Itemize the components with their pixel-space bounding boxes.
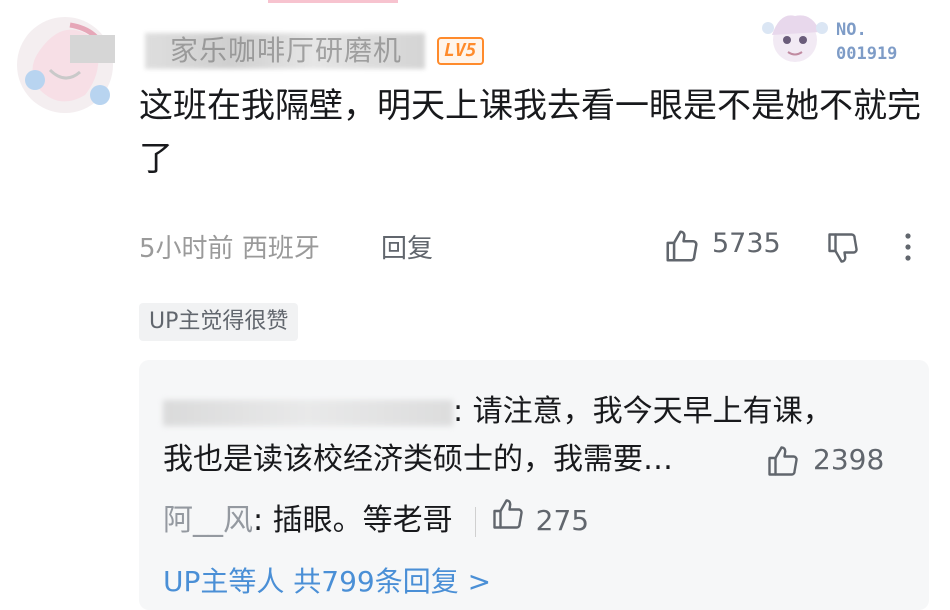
- reply-1-line-1: : 请注意，我今天早上有课，: [163, 388, 903, 436]
- reply-item-2[interactable]: 阿__风: 插眼。等老哥 275: [163, 496, 589, 547]
- reply-2-username[interactable]: 阿__风: [163, 503, 253, 538]
- mascot-icon: [762, 15, 828, 62]
- up-liked-badge: UP主觉得很赞: [139, 303, 299, 341]
- fan-badge: NO. 001919: [760, 10, 930, 70]
- top-accent-bar: [268, 0, 398, 3]
- avatar[interactable]: [10, 10, 120, 120]
- like-count: 5735: [712, 228, 781, 259]
- reply-2-like-count: 275: [535, 504, 590, 537]
- reply-button[interactable]: 回复: [381, 228, 433, 265]
- fan-badge-label: NO.: [836, 20, 867, 40]
- view-more-replies-link[interactable]: UP主等人 共799条回复 >: [163, 560, 491, 600]
- divider: [474, 506, 476, 537]
- thumbs-up-icon[interactable]: [765, 443, 801, 494]
- replies-panel: : 请注意，我今天早上有课， 我也是读该校经济类硕士的，我需要… 2398 阿_…: [139, 360, 929, 610]
- reply-1-text: : 请注意，我今天早上有课，: [453, 394, 833, 429]
- comment-content: 这班在我隔壁，明天上课我去看一眼是不是她不就完了: [139, 86, 921, 179]
- comment-location: 西班牙: [241, 234, 320, 264]
- reply-1-like-count: 2398: [813, 443, 885, 476]
- thumbs-up-icon[interactable]: [663, 227, 701, 269]
- reply-item-1[interactable]: : 请注意，我今天早上有课， 我也是读该校经济类硕士的，我需要… 2398: [163, 388, 903, 477]
- username[interactable]: 家乐咖啡厅研磨机: [170, 34, 402, 68]
- fan-badge-number: 001919: [836, 44, 898, 64]
- reply-1-line-2: 我也是读该校经济类硕士的，我需要…: [163, 442, 673, 477]
- reply-1-username-blurred[interactable]: [163, 399, 453, 426]
- comment-meta: 5小时前 西班牙 回复 5735: [139, 224, 929, 268]
- comment-time-location: 5小时前 西班牙: [139, 228, 320, 265]
- level-badge: LV5: [437, 37, 484, 65]
- more-options-icon[interactable]: [903, 232, 913, 266]
- avatar-image: [17, 17, 115, 113]
- reply-2-text: : 插眼。等老哥: [253, 503, 453, 538]
- thumbs-down-icon[interactable]: [825, 230, 861, 270]
- comment-time: 5小时前: [139, 234, 234, 264]
- thumbs-up-icon[interactable]: [490, 496, 526, 547]
